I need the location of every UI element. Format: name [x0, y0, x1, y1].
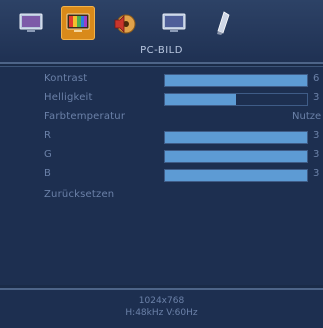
tab-pc-picture[interactable]	[61, 6, 95, 40]
pc-picture-icon	[66, 13, 90, 32]
menu-item-color-temperature[interactable]: Farbtemperatur Nutze	[0, 110, 323, 128]
brightness-bar-fill	[165, 94, 236, 105]
green-bar[interactable]	[164, 150, 308, 163]
red-bar[interactable]	[164, 131, 308, 144]
menu-item-label: Zurücksetzen	[44, 189, 115, 200]
tab-feature[interactable]	[206, 6, 240, 40]
menu-item-label: Helligkeit	[44, 92, 93, 103]
audio-icon	[114, 14, 136, 34]
blue-value: 3	[313, 168, 320, 179]
menu-panel: Kontrast 6 Helligkeit 3 Farbtemperatur N…	[0, 66, 323, 285]
blue-bar[interactable]	[164, 169, 308, 182]
display-icon	[162, 13, 186, 32]
red-value: 3	[313, 130, 320, 141]
menu-item-label: R	[44, 130, 52, 141]
frequency-text: H:48kHz V:60Hz	[125, 308, 198, 318]
monitor-settings-icon	[19, 13, 43, 32]
feature-icon	[217, 11, 230, 35]
menu-item-contrast[interactable]: Kontrast 6	[0, 72, 323, 90]
contrast-value: 6	[313, 73, 320, 84]
brightness-value: 3	[313, 92, 320, 103]
menu-item-label: B	[44, 168, 52, 179]
menu-item-label: Kontrast	[44, 73, 88, 84]
menu-item-brightness[interactable]: Helligkeit 3	[0, 91, 323, 109]
menu-item-green[interactable]: G 3	[0, 148, 323, 166]
green-bar-fill	[165, 151, 307, 162]
osd-menu: PC-BILD Kontrast 6 Helligkeit 3 Farbtemp…	[0, 0, 323, 328]
contrast-bar-fill	[165, 75, 307, 86]
menu-item-label: G	[44, 149, 52, 160]
red-bar-fill	[165, 132, 307, 143]
signal-info: 1024x768 H:48kHz V:60Hz	[0, 288, 323, 328]
color-temperature-value: Nutze	[292, 111, 322, 122]
tab-monitor-settings[interactable]	[14, 6, 48, 40]
menu-tab-bar: PC-BILD	[0, 0, 323, 64]
tab-display[interactable]	[157, 6, 191, 40]
menu-item-reset[interactable]: Zurücksetzen	[0, 188, 323, 206]
menu-title: PC-BILD	[140, 45, 183, 56]
menu-item-label: Farbtemperatur	[44, 111, 126, 122]
menu-item-blue[interactable]: B 3	[0, 167, 323, 185]
menu-item-red[interactable]: R 3	[0, 129, 323, 147]
contrast-bar[interactable]	[164, 74, 308, 87]
resolution-text: 1024x768	[138, 296, 185, 306]
tab-audio[interactable]	[108, 6, 142, 40]
blue-bar-fill	[165, 170, 307, 181]
brightness-bar[interactable]	[164, 93, 308, 106]
green-value: 3	[313, 149, 320, 160]
